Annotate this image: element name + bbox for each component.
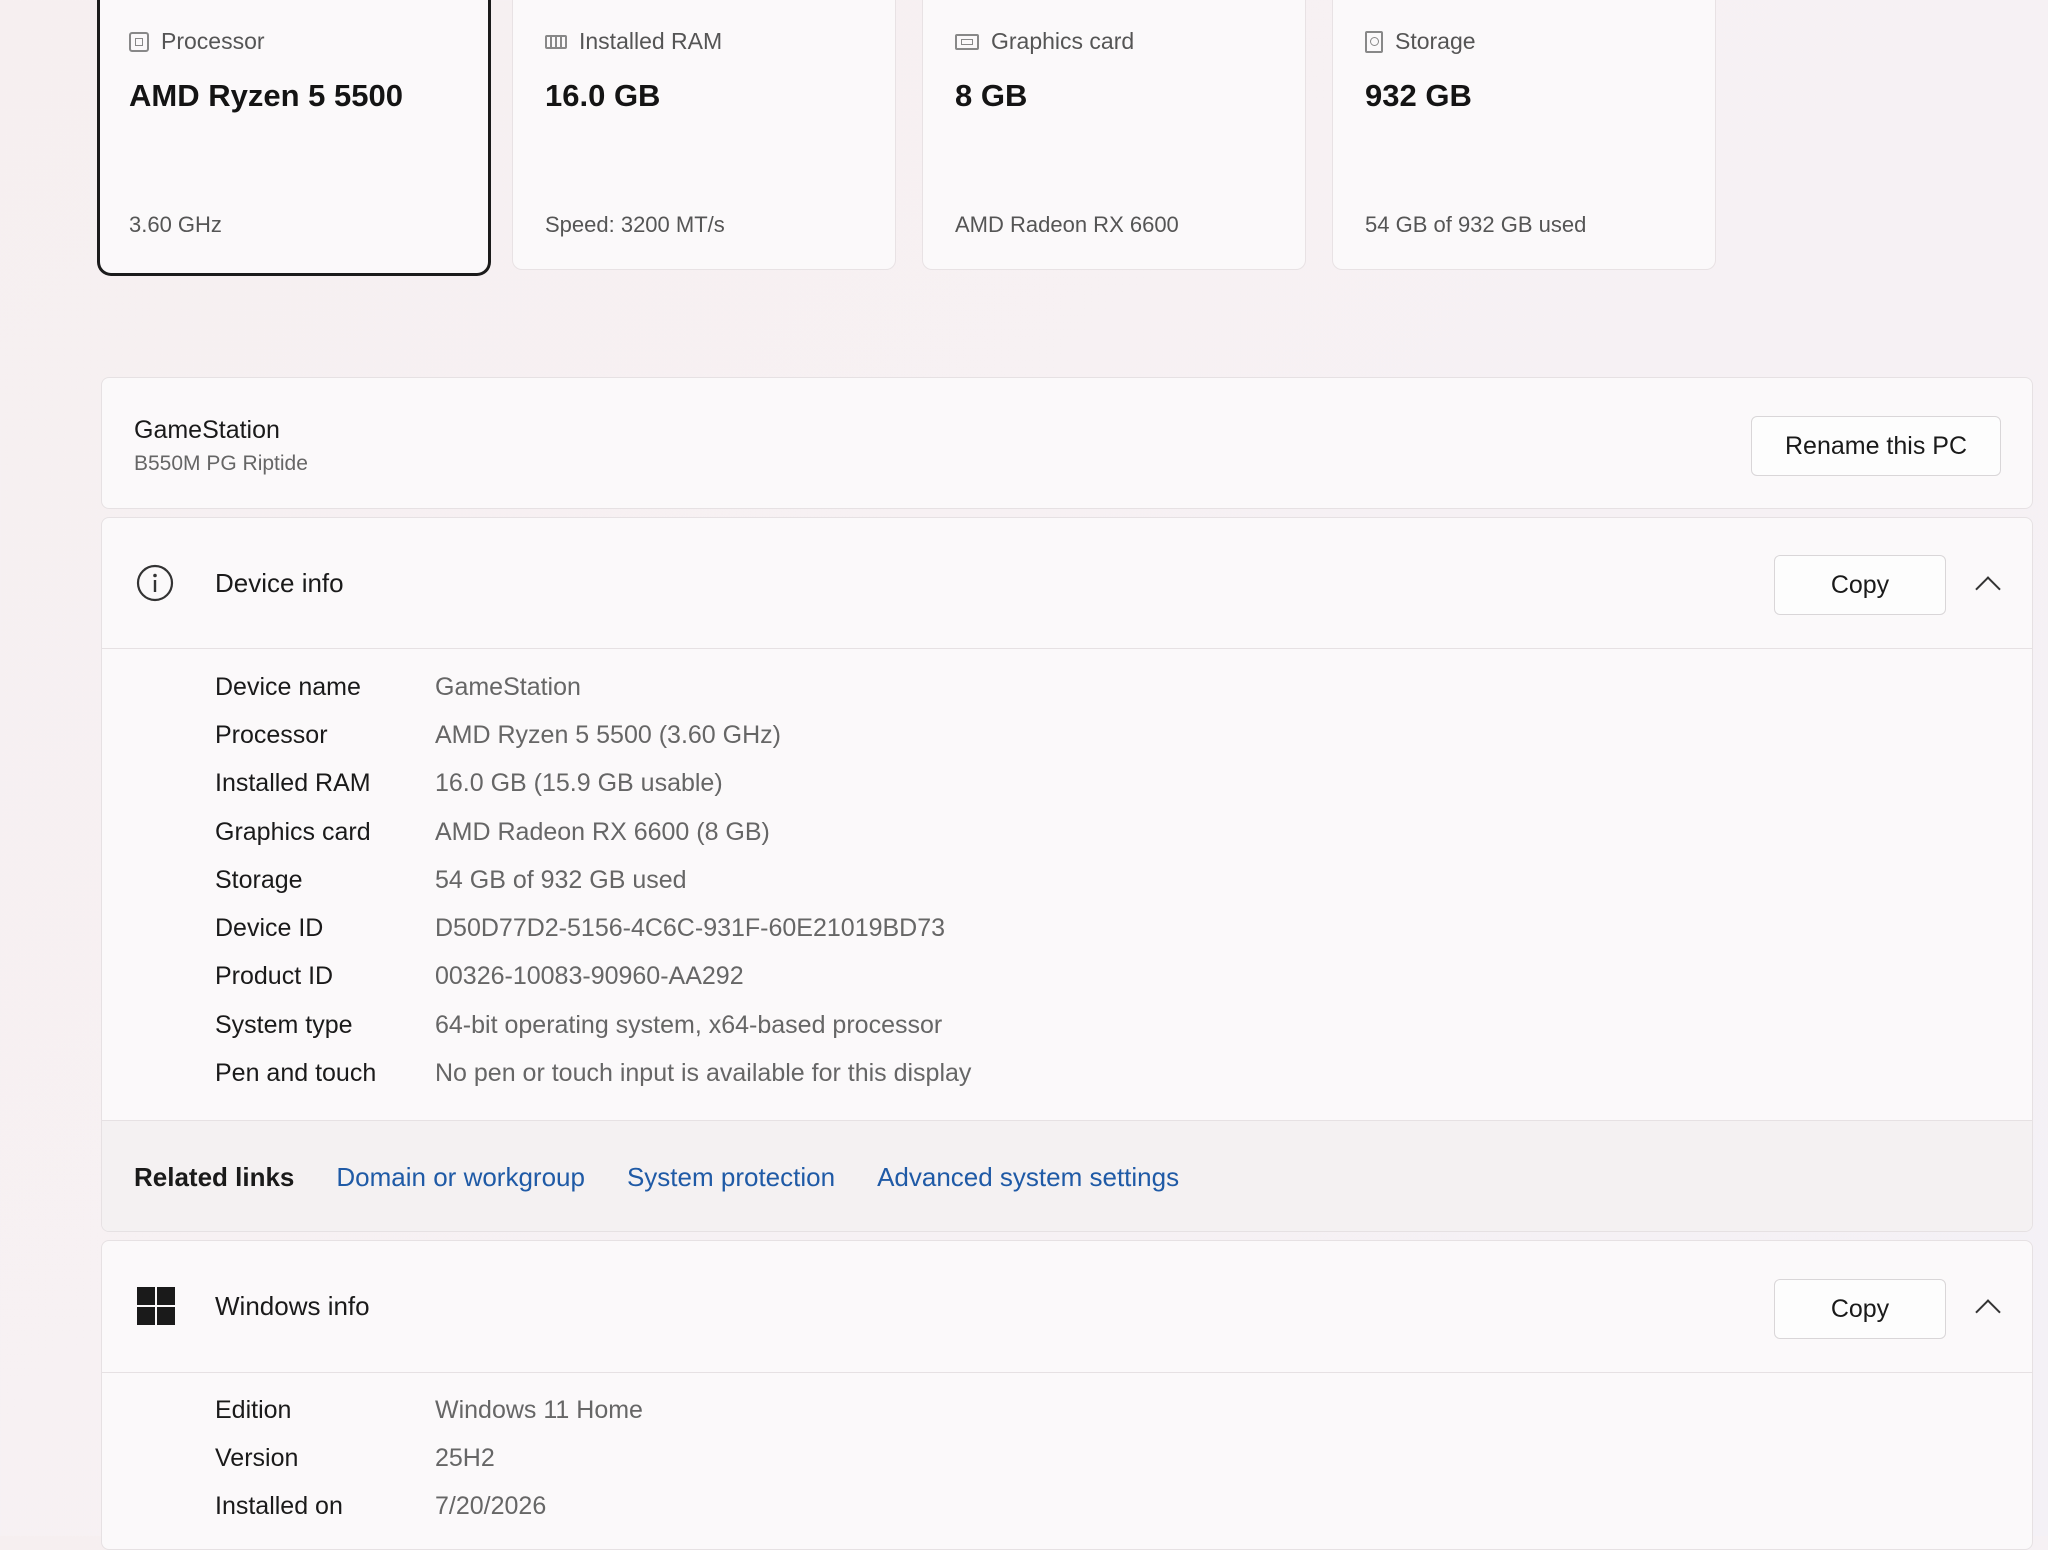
- windows-info-header[interactable]: Windows info Copy: [102, 1241, 2032, 1373]
- installed-ram-card[interactable]: Installed RAM 16.0 GB Speed: 3200 MT/s: [512, 0, 896, 270]
- card-title: Processor: [161, 28, 265, 54]
- windows-info-panel: Windows info Copy Edition Windows 11 Home…: [101, 1240, 2033, 1550]
- info-row: Pen and touch No pen or touch input is av…: [215, 1059, 972, 1088]
- copy-windows-info-button[interactable]: Copy: [1774, 1279, 1946, 1339]
- card-value: 932 GB: [1365, 78, 1472, 113]
- cpu-icon: [129, 31, 149, 52]
- ram-icon: [545, 34, 567, 49]
- related-links-label: Related links: [134, 1161, 295, 1192]
- card-title: Installed RAM: [579, 28, 723, 54]
- graphics-card-card[interactable]: Graphics card 8 GB AMD Radeon RX 6600: [922, 0, 1306, 270]
- info-row: Device name GameStation: [215, 672, 581, 701]
- info-row: System type 64-bit operating system, x64-…: [215, 1010, 943, 1039]
- info-row: Product ID 00326-10083-90960-AA292: [215, 962, 744, 991]
- domain-workgroup-link[interactable]: Domain or workgroup: [336, 1162, 585, 1193]
- windows-logo-icon: [137, 1287, 175, 1325]
- card-detail: 3.60 GHz: [129, 212, 222, 237]
- pc-model: B550M PG Riptide: [134, 452, 308, 475]
- card-title: Storage: [1395, 28, 1476, 54]
- device-info-panel: Device info Copy Device name GameStation …: [101, 517, 2033, 1232]
- storage-card[interactable]: Storage 932 GB 54 GB of 932 GB used: [1332, 0, 1716, 270]
- advanced-system-settings-link[interactable]: Advanced system settings: [877, 1162, 1179, 1193]
- info-row: Version 25H2: [215, 1443, 495, 1472]
- pc-name-panel: GameStation B550M PG Riptide Rename this…: [101, 377, 2033, 509]
- info-row: Edition Windows 11 Home: [215, 1395, 643, 1424]
- system-protection-link[interactable]: System protection: [627, 1162, 835, 1193]
- info-row: Installed on 7/20/2026: [215, 1492, 547, 1521]
- card-value: 16.0 GB: [545, 78, 661, 113]
- rename-pc-button[interactable]: Rename this PC: [1751, 416, 2001, 476]
- storage-icon: [1365, 30, 1383, 53]
- card-detail: Speed: 3200 MT/s: [545, 212, 725, 237]
- device-info-header[interactable]: Device info Copy: [102, 518, 2032, 649]
- info-row: Processor AMD Ryzen 5 5500 (3.60 GHz): [215, 720, 781, 749]
- card-value: 8 GB: [955, 78, 1028, 113]
- pc-name: GameStation: [134, 416, 280, 444]
- windows-info-title: Windows info: [215, 1291, 370, 1321]
- copy-device-info-button[interactable]: Copy: [1774, 555, 1946, 615]
- chevron-up-icon[interactable]: [1975, 1299, 2001, 1325]
- card-title: Graphics card: [991, 28, 1135, 54]
- info-row: Storage 54 GB of 932 GB used: [215, 865, 687, 894]
- graphics-card-icon: [955, 33, 979, 50]
- info-icon: [136, 564, 174, 602]
- info-row: Graphics card AMD Radeon RX 6600 (8 GB): [215, 817, 770, 846]
- windows-info-rows: Edition Windows 11 Home Version 25H2 Insta…: [215, 1386, 643, 1531]
- processor-card[interactable]: Processor AMD Ryzen 5 5500 3.60 GHz: [97, 0, 491, 276]
- card-detail: AMD Radeon RX 6600: [955, 212, 1179, 237]
- info-row: Installed RAM 16.0 GB (15.9 GB usable): [215, 769, 723, 798]
- card-value: AMD Ryzen 5 5500: [129, 78, 403, 113]
- device-info-title: Device info: [215, 568, 344, 598]
- related-links-bar: Related links Domain or workgroup System…: [102, 1120, 2032, 1231]
- info-row: Device ID D50D77D2-5156-4C6C-931F-60E2101…: [215, 914, 946, 943]
- device-info-rows: Device name GameStation Processor AMD Ryze…: [215, 663, 971, 1098]
- card-detail: 54 GB of 932 GB used: [1365, 212, 1587, 237]
- chevron-up-icon[interactable]: [1975, 576, 2001, 602]
